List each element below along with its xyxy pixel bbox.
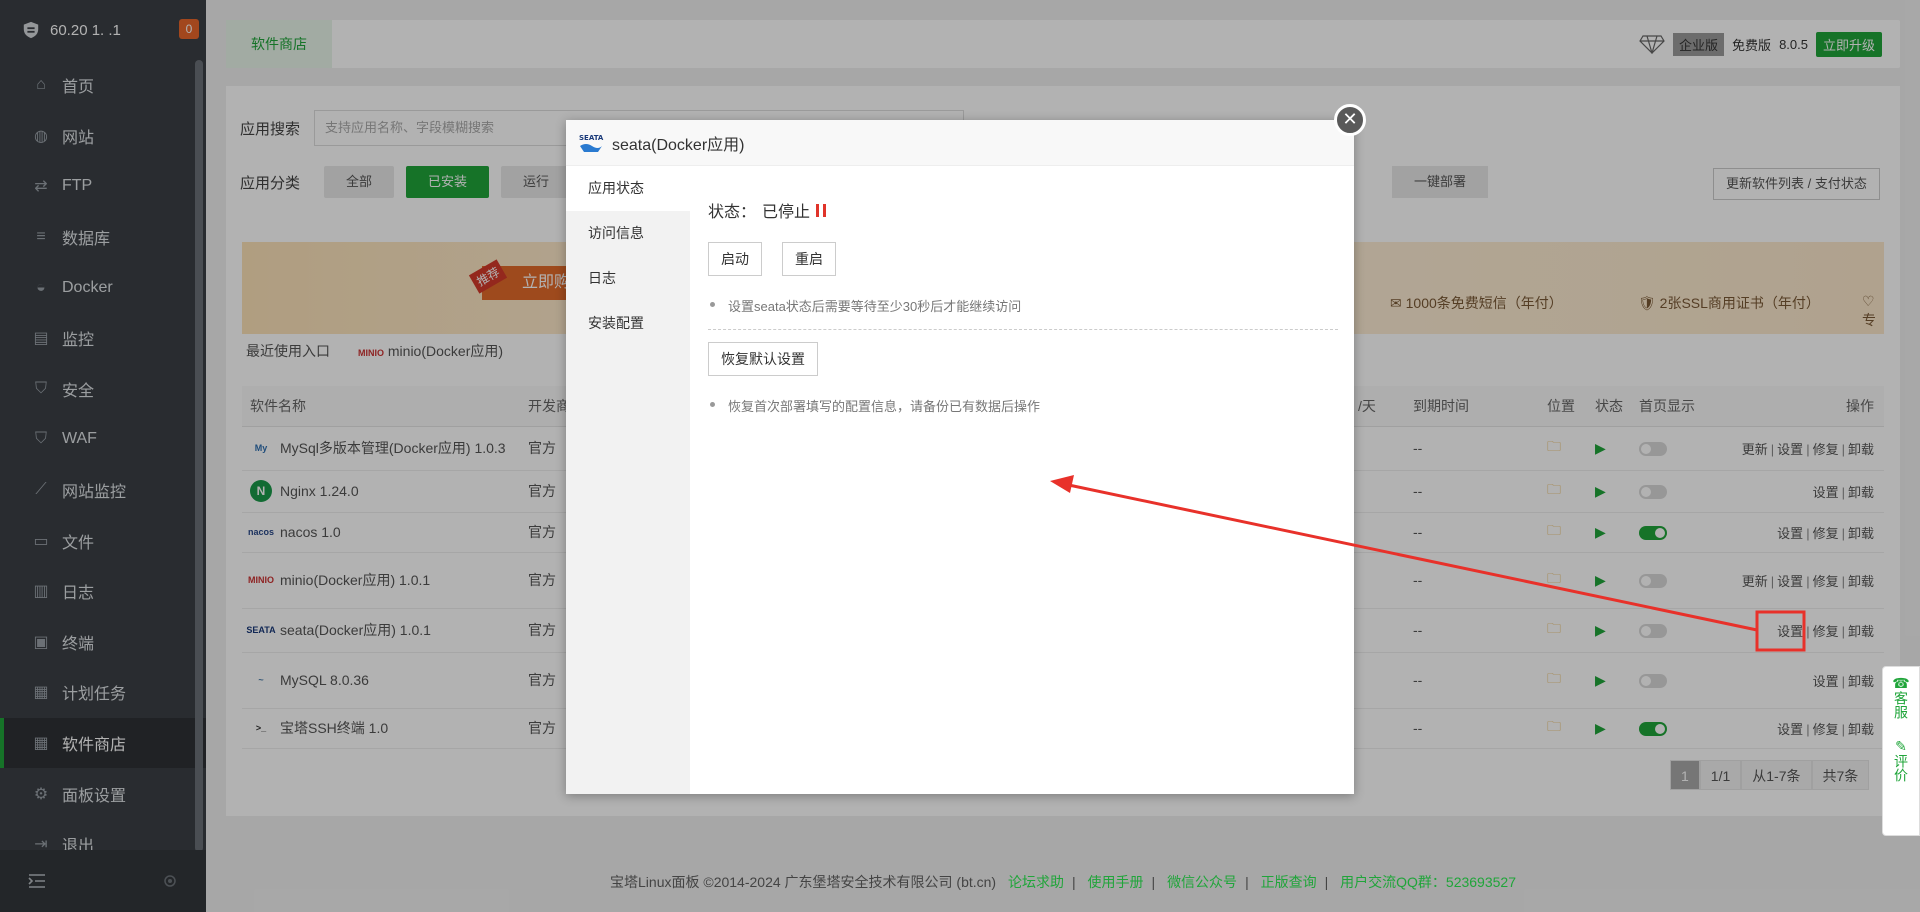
divider <box>708 329 1338 330</box>
dialog-close-button[interactable]: ✕ <box>1334 104 1366 136</box>
dialog-title: seata(Docker应用) <box>612 136 745 154</box>
review-label: 评价 <box>1893 754 1909 782</box>
restore-actions: 恢复默认设置 <box>708 342 1338 376</box>
footer-link-manual[interactable]: 使用手册 <box>1088 874 1144 890</box>
footer-link-wechat[interactable]: 微信公众号 <box>1167 874 1237 890</box>
app-dialog: SEATA seata(Docker应用) ✕ 应用状态 访问信息 日志 安装配置 状… <box>566 104 1366 794</box>
status-actions: 启动 重启 <box>708 242 1338 276</box>
restore-tip: 恢复首次部署填写的配置信息，请备份已有数据后操作 <box>708 396 1338 415</box>
edit-icon: ✎ <box>1895 738 1907 754</box>
floating-service-bar: ☎ 客服 ✎ 评价 <box>1882 666 1920 836</box>
footer-link-qq[interactable]: 用户交流QQ群：523693527 <box>1340 874 1516 890</box>
dialog-side-tabs: 应用状态 访问信息 日志 安装配置 <box>566 166 690 794</box>
stopped-icon <box>816 203 827 217</box>
restart-button[interactable]: 重启 <box>782 242 836 276</box>
customer-service-button[interactable]: ☎ 客服 <box>1883 667 1919 730</box>
seata-logo-icon: SEATA <box>579 134 604 152</box>
dialog-tab-1[interactable]: 访问信息 <box>566 211 690 256</box>
svg-text:SEATA: SEATA <box>579 134 604 142</box>
dialog-body: 状态： 已停止 启动 重启 设置seata状态后需要等待至少30秒后才能继续访问… <box>708 166 1338 794</box>
footer: 宝塔Linux面板 ©2014-2024 广东堡塔安全技术有限公司 (bt.cn… <box>610 874 1516 890</box>
dialog-tab-3[interactable]: 安装配置 <box>566 301 690 346</box>
status-label: 状态： <box>708 204 757 221</box>
headset-icon: ☎ <box>1892 675 1910 691</box>
start-button[interactable]: 启动 <box>708 242 762 276</box>
status-tip: 设置seata状态后需要等待至少30秒后才能继续访问 <box>708 296 1338 315</box>
review-button[interactable]: ✎ 评价 <box>1883 730 1919 793</box>
dialog-tab-0[interactable]: 应用状态 <box>566 166 690 211</box>
customer-service-label: 客服 <box>1893 691 1909 719</box>
copyright: 宝塔Linux面板 ©2014-2024 广东堡塔安全技术有限公司 (bt.cn… <box>610 874 997 890</box>
dialog-header: SEATA seata(Docker应用) <box>566 120 1354 166</box>
footer-link-forum[interactable]: 论坛求助 <box>1008 874 1064 890</box>
app-status: 状态： 已停止 <box>708 198 1338 222</box>
status-value: 已停止 <box>762 204 811 221</box>
footer-link-verify[interactable]: 正版查询 <box>1261 874 1317 890</box>
restore-default-button[interactable]: 恢复默认设置 <box>708 342 818 376</box>
dialog-tab-2[interactable]: 日志 <box>566 256 690 301</box>
